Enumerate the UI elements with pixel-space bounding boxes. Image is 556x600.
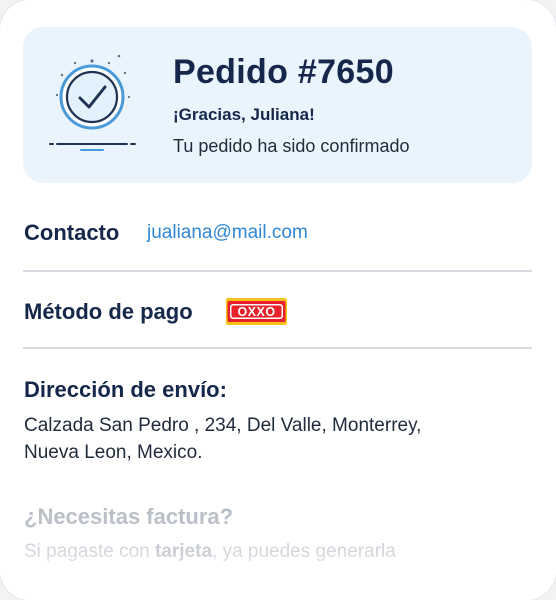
shipping-address-label: Dirección de envío: <box>24 377 227 402</box>
oxxo-logo-text: OXXO <box>237 305 275 319</box>
payment-method-label: Método de pago <box>24 299 193 324</box>
invoice-text-suffix: , ya puedes generarla <box>212 541 396 562</box>
order-number-title: Pedido #7650 <box>173 53 394 91</box>
contact-email-link[interactable]: jualiana@mail.com <box>147 222 308 244</box>
invoice-title: ¿Necesitas factura? <box>24 504 234 529</box>
invoice-section: ¿Necesitas factura? Si pagaste con tarje… <box>0 490 556 600</box>
order-status-text: Tu pedido ha sido confirmado <box>173 136 410 156</box>
invoice-text-bold: tarjeta <box>154 541 213 562</box>
invoice-text-prefix: Si pagaste con <box>24 541 155 562</box>
divider <box>23 270 532 272</box>
order-summary-card: Pedido #7650 ¡Gracias, Juliana! Tu pedid… <box>23 27 532 183</box>
thanks-message: ¡Gracias, Juliana! <box>173 105 315 124</box>
contact-label: Contacto <box>24 220 120 245</box>
shipping-address-text: Calzada San Pedro , 234, Del Valle, Mont… <box>24 415 422 463</box>
oxxo-logo: OXXO <box>226 298 287 325</box>
invoice-text: Si pagaste con tarjeta, ya puedes genera… <box>24 541 396 563</box>
order-confirmation-screen: Pedido #7650 ¡Gracias, Juliana! Tu pedid… <box>0 0 556 600</box>
check-circle-icon <box>49 54 136 151</box>
divider <box>23 347 532 349</box>
